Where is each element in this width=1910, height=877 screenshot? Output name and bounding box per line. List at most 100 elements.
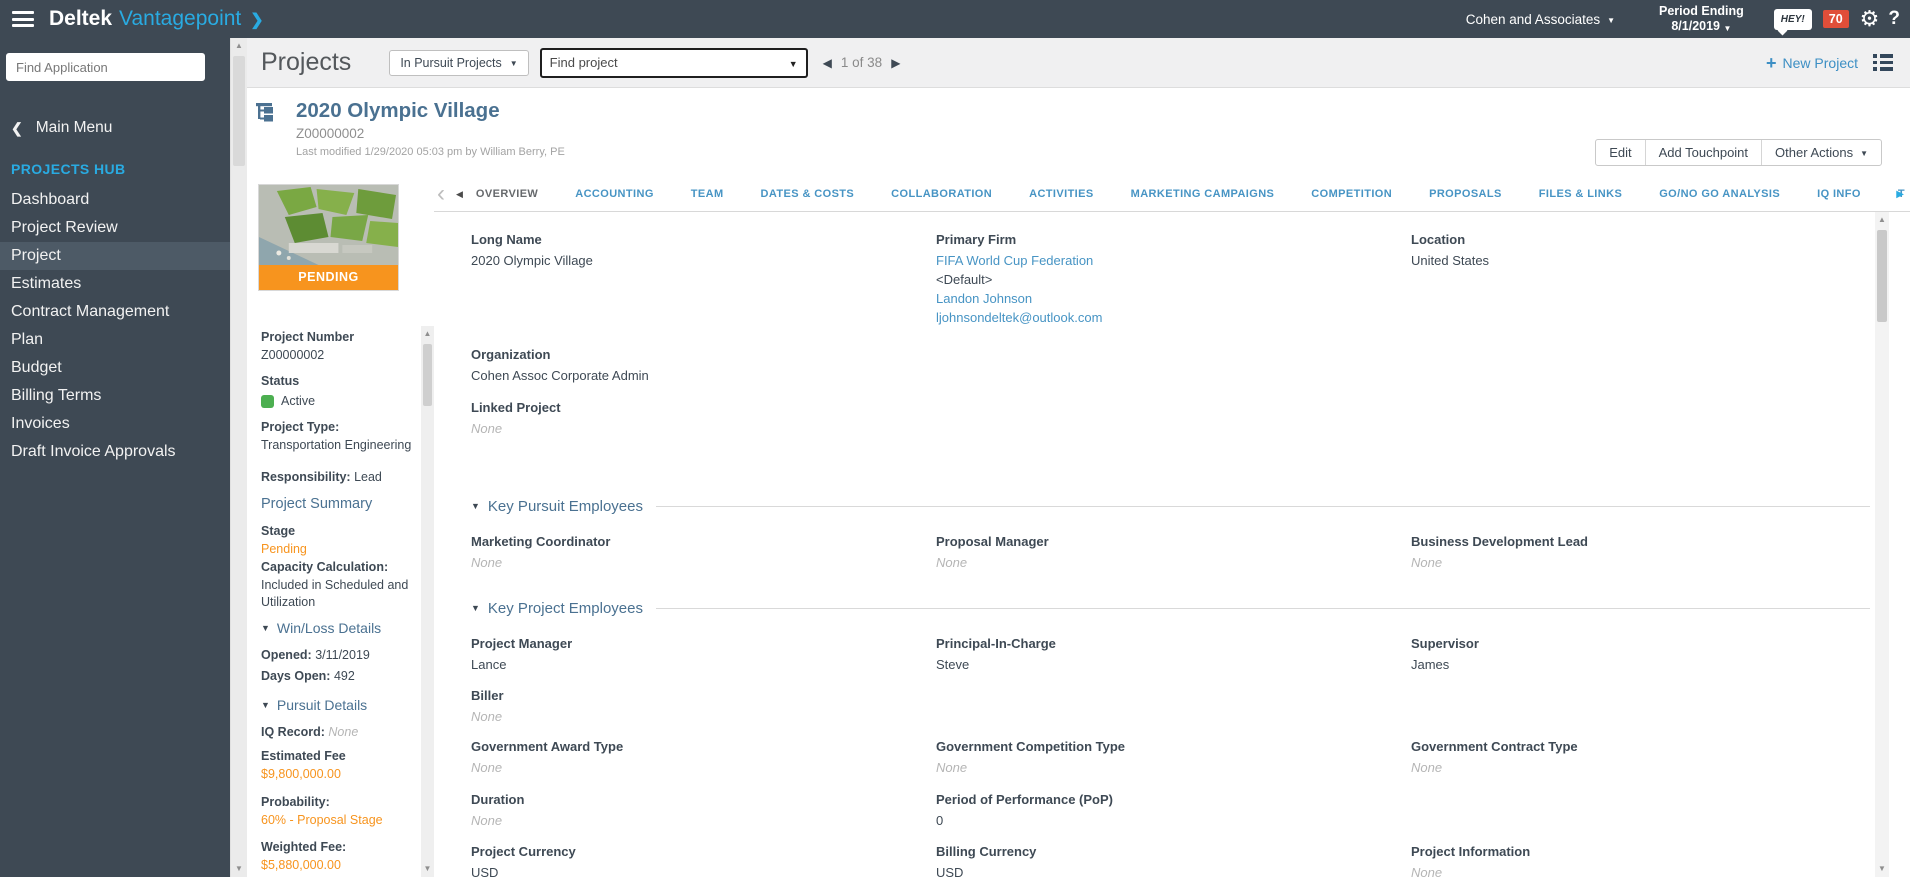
sidebar-nav-item[interactable]: Project Review [0,214,230,242]
app-vertical-scrollbar[interactable]: ▲ ▼ [230,38,247,877]
project-title: 2020 Olympic Village [296,99,500,122]
find-project-input[interactable] [549,55,789,70]
page-title: Projects [261,48,352,76]
field-label: Weighted Fee: [261,840,347,854]
field: Project Currency USD [471,844,576,877]
section-key-project-employees[interactable]: ▼ Key Project Employees [471,596,1870,620]
main-menu-button[interactable]: ❮ Main Menu [0,119,230,137]
hey-notifications-icon[interactable]: HEY! [1773,8,1812,30]
new-project-button[interactable]: + New Project [1766,54,1858,72]
project-fields-row: Biller None [471,688,1910,739]
period-ending-date: 8/1/2019 [1671,18,1721,33]
field-label: Project Number [261,330,355,344]
sidebar-nav-item[interactable]: Project [0,242,230,270]
scroll-down-icon[interactable]: ▼ [1875,861,1889,877]
project-hierarchy-icon[interactable] [254,100,279,130]
scrollbar-thumb[interactable] [233,56,245,166]
brand-chevron-icon: ❯ [250,12,264,29]
scroll-down-icon[interactable]: ▼ [421,861,434,877]
scroll-up-icon[interactable]: ▲ [421,326,434,342]
tab[interactable]: IQ INFO [1817,188,1861,200]
tab[interactable]: COMPETITION [1311,188,1392,200]
tab[interactable]: ACCOUNTING [575,188,654,200]
status-active-icon [261,395,274,408]
tab[interactable]: DATES & COSTS [761,188,855,200]
sidebar-nav-item[interactable]: Contract Management [0,298,230,326]
field-label: Opened: [261,648,312,662]
project-fields-row: Project Manager Lance Principal-In-Charg… [471,636,1910,688]
sidebar-nav-item[interactable]: Dashboard [0,186,230,214]
notification-count-badge[interactable]: 70 [1822,10,1849,28]
project-image-card[interactable]: PENDING [258,184,399,291]
tab[interactable]: GO/NO GO ANALYSIS [1659,188,1780,200]
project-filter-dropdown[interactable]: In Pursuit Projects ▼ [389,49,529,76]
find-application-input[interactable] [6,53,205,81]
field-value: Included in Scheduled and Utilization [261,578,409,609]
field-long-name: Long Name 2020 Olympic Village [471,232,593,268]
field: Marketing Coordinator None [471,534,611,570]
scrollbar-thumb[interactable] [1877,230,1887,322]
field-organization: Organization Cohen Assoc Corporate Admin [471,347,649,383]
edit-button[interactable]: Edit [1596,140,1644,165]
panel-vertical-scrollbar[interactable]: ▲ ▼ [421,326,434,877]
primary-firm-link[interactable]: FIFA World Cup Federation [936,251,1411,270]
winloss-details-toggle[interactable]: ▼ Win/Loss Details [261,620,416,636]
tab-scroll-right-icon[interactable]: ▶ [1896,189,1904,200]
sidebar-nav-item[interactable]: Plan [0,326,230,354]
project-number: Z00000002 [296,126,365,141]
tab[interactable]: FILES & LINKS [1539,188,1622,200]
chevron-down-icon: ▼ [471,603,480,613]
scrollbar-thumb[interactable] [423,344,432,406]
previous-record-icon[interactable]: ◀ [823,56,832,70]
section-divider [656,607,1870,609]
find-project-combobox[interactable]: ▼ [539,47,808,78]
help-icon[interactable]: ? [1888,8,1900,30]
section-key-pursuit-employees[interactable]: ▼ Key Pursuit Employees [471,494,1870,518]
add-touchpoint-button[interactable]: Add Touchpoint [1644,140,1761,165]
tab[interactable]: COLLABORATION [891,188,992,200]
company-name: Cohen and Associates [1465,11,1601,27]
sidebar-nav-item[interactable]: Draft Invoice Approvals [0,438,230,466]
field: Biller None [471,688,504,724]
contact-email-link[interactable]: ljohnsondeltek@outlook.com [936,308,1411,327]
field: Proposal Manager None [936,534,1049,570]
field-label: Stage [261,524,296,538]
field-value: 492 [333,669,355,683]
tab[interactable]: OVERVIEW [476,188,538,200]
field: Billing Currency USD [936,844,1037,877]
section-divider [656,505,1870,507]
collapse-left-icon[interactable]: ‹ [437,182,445,206]
hamburger-menu-icon[interactable] [12,11,34,27]
estimated-fee-value: $9,800,000.00 [261,767,341,781]
project-body: PENDING Project Number Z00000002 Status … [247,177,1910,877]
record-pager: ◀ 1 of 38 ▶ [823,55,901,70]
settings-gear-icon[interactable]: ⚙ [1860,8,1880,30]
company-selector[interactable]: Cohen and Associates ▼ [1466,12,1615,27]
contact-link[interactable]: Landon Johnson [936,289,1411,308]
scroll-up-icon[interactable]: ▲ [231,38,247,54]
field: Government Award Type None [471,739,624,775]
field-label: Days Open: [261,669,331,683]
field-label: IQ Record: [261,725,325,739]
tab[interactable]: TEAM [691,188,724,200]
tab-scroll-left-icon[interactable]: ◀ [456,189,463,200]
projects-hub-title: PROJECTS HUB [11,161,126,177]
sidebar-nav-item[interactable]: Budget [0,354,230,382]
tab[interactable]: PROPOSALS [1429,188,1502,200]
other-actions-button[interactable]: Other Actions ▼ [1761,140,1881,165]
field-label: Status [261,374,300,388]
period-ending-selector[interactable]: Period Ending 8/1/2019 ▼ [1659,4,1744,35]
list-view-icon[interactable] [1873,54,1893,71]
field-value: Lead [354,470,382,484]
next-record-icon[interactable]: ▶ [891,56,900,70]
tab[interactable]: MARKETING CAMPAIGNS [1131,188,1275,200]
tab[interactable]: ACTIVITIES [1029,188,1094,200]
pursuit-details-toggle[interactable]: ▼ Pursuit Details [261,697,416,713]
main-vertical-scrollbar[interactable]: ▲ ▼ [1875,212,1889,877]
scroll-up-icon[interactable]: ▲ [1875,212,1889,228]
sidebar-nav-item[interactable]: Estimates [0,270,230,298]
sidebar-nav-item[interactable]: Billing Terms [0,382,230,410]
sidebar-nav-item[interactable]: Invoices [0,410,230,438]
field: Principal-In-Charge Steve [936,636,1056,672]
scroll-down-icon[interactable]: ▼ [231,861,247,877]
